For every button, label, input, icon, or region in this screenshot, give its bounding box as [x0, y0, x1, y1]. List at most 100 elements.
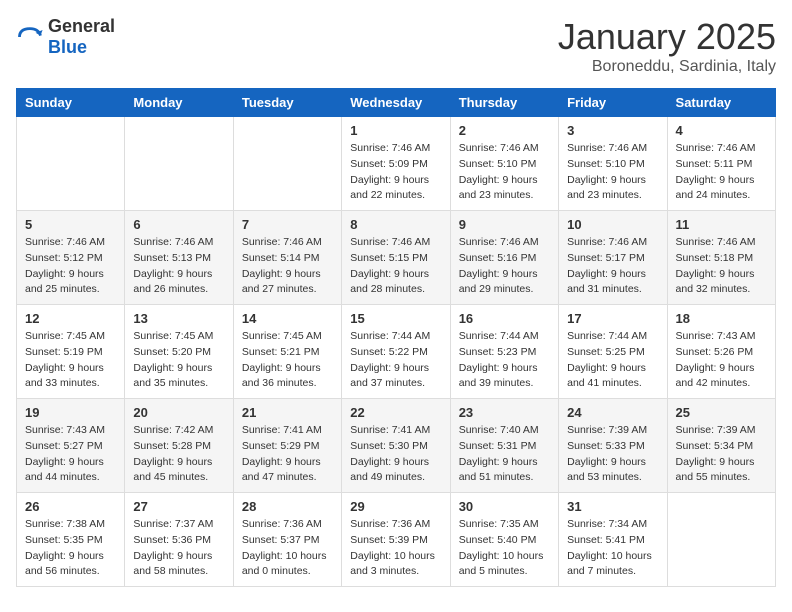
day-number: 7: [242, 217, 333, 232]
day-number: 1: [350, 123, 441, 138]
week-row-1: 1 Sunrise: 7:46 AM Sunset: 5:09 PM Daylig…: [17, 117, 776, 211]
day-info: Sunrise: 7:43 AM Sunset: 5:27 PM Dayligh…: [25, 423, 116, 486]
day-info: Sunrise: 7:46 AM Sunset: 5:09 PM Dayligh…: [350, 141, 441, 204]
calendar-cell: 4Sunrise: 7:46 AM Sunset: 5:11 PM Daylig…: [667, 117, 775, 211]
day-info: Sunrise: 7:42 AM Sunset: 5:28 PM Dayligh…: [133, 423, 224, 486]
logo-text-blue: Blue: [48, 37, 87, 57]
day-number: 17: [567, 311, 658, 326]
week-row-5: 26 Sunrise: 7:38 AM Sunset: 5:35 PM Dayli…: [17, 493, 776, 587]
calendar-cell: 29 Sunrise: 7:36 AM Sunset: 5:39 PM Dayli…: [342, 493, 450, 587]
day-info: Sunrise: 7:45 AM Sunset: 5:20 PM Dayligh…: [133, 329, 224, 392]
day-number: 11: [676, 217, 767, 232]
day-number: 9: [459, 217, 550, 232]
day-info: Sunrise: 7:46 AM Sunset: 5:14 PM Dayligh…: [242, 235, 333, 298]
day-info: Sunrise: 7:40 AM Sunset: 5:31 PM Dayligh…: [459, 423, 550, 486]
calendar-cell: 27Sunrise: 7:37 AM Sunset: 5:36 PM Dayli…: [125, 493, 233, 587]
day-info: Sunrise: 7:46 AM Sunset: 5:12 PM Dayligh…: [25, 235, 116, 298]
day-info: Sunrise: 7:44 AM Sunset: 5:25 PM Dayligh…: [567, 329, 658, 392]
day-info: Sunrise: 7:46 AM Sunset: 5:13 PM Dayligh…: [133, 235, 224, 298]
day-number: 12: [25, 311, 116, 326]
day-number: 16: [459, 311, 550, 326]
day-info: Sunrise: 7:36 AM Sunset: 5:39 PM Dayligh…: [350, 517, 441, 580]
logo-icon: [16, 23, 44, 51]
day-number: 29: [350, 499, 441, 514]
calendar-cell: 3 Sunrise: 7:46 AM Sunset: 5:10 PM Daylig…: [559, 117, 667, 211]
calendar-cell: 23Sunrise: 7:40 AM Sunset: 5:31 PM Dayli…: [450, 399, 558, 493]
day-info: Sunrise: 7:45 AM Sunset: 5:19 PM Dayligh…: [25, 329, 116, 392]
day-number: 21: [242, 405, 333, 420]
calendar-cell: 11 Sunrise: 7:46 AM Sunset: 5:18 PM Dayli…: [667, 211, 775, 305]
calendar-cell: 16 Sunrise: 7:44 AM Sunset: 5:23 PM Dayli…: [450, 305, 558, 399]
weekday-header-wednesday: Wednesday: [342, 89, 450, 117]
day-number: 28: [242, 499, 333, 514]
calendar-cell: 12 Sunrise: 7:45 AM Sunset: 5:19 PM Dayli…: [17, 305, 125, 399]
week-row-2: 5 Sunrise: 7:46 AM Sunset: 5:12 PM Daylig…: [17, 211, 776, 305]
day-info: Sunrise: 7:46 AM Sunset: 5:10 PM Dayligh…: [567, 141, 658, 204]
calendar-cell: 10 Sunrise: 7:46 AM Sunset: 5:17 PM Dayli…: [559, 211, 667, 305]
day-number: 5: [25, 217, 116, 232]
weekday-header-friday: Friday: [559, 89, 667, 117]
day-number: 15: [350, 311, 441, 326]
calendar-cell: 25Sunrise: 7:39 AM Sunset: 5:34 PM Dayli…: [667, 399, 775, 493]
day-number: 18: [676, 311, 767, 326]
day-info: Sunrise: 7:39 AM Sunset: 5:33 PM Dayligh…: [567, 423, 658, 486]
calendar-cell: 22Sunrise: 7:41 AM Sunset: 5:30 PM Dayli…: [342, 399, 450, 493]
weekday-header-tuesday: Tuesday: [233, 89, 341, 117]
calendar-cell: 9Sunrise: 7:46 AM Sunset: 5:16 PM Daylig…: [450, 211, 558, 305]
calendar-cell: 8Sunrise: 7:46 AM Sunset: 5:15 PM Daylig…: [342, 211, 450, 305]
day-info: Sunrise: 7:35 AM Sunset: 5:40 PM Dayligh…: [459, 517, 550, 580]
weekday-header-thursday: Thursday: [450, 89, 558, 117]
page-header: General Blue January 2025 Boroneddu, Sar…: [16, 16, 776, 76]
day-info: Sunrise: 7:44 AM Sunset: 5:23 PM Dayligh…: [459, 329, 550, 392]
calendar-cell: 20Sunrise: 7:42 AM Sunset: 5:28 PM Dayli…: [125, 399, 233, 493]
day-info: Sunrise: 7:36 AM Sunset: 5:37 PM Dayligh…: [242, 517, 333, 580]
calendar-cell: [233, 117, 341, 211]
day-info: Sunrise: 7:46 AM Sunset: 5:15 PM Dayligh…: [350, 235, 441, 298]
day-info: Sunrise: 7:45 AM Sunset: 5:21 PM Dayligh…: [242, 329, 333, 392]
calendar-cell: 15 Sunrise: 7:44 AM Sunset: 5:22 PM Dayli…: [342, 305, 450, 399]
day-info: Sunrise: 7:34 AM Sunset: 5:41 PM Dayligh…: [567, 517, 658, 580]
calendar-cell: 28 Sunrise: 7:36 AM Sunset: 5:37 PM Dayli…: [233, 493, 341, 587]
day-number: 10: [567, 217, 658, 232]
calendar-cell: 26 Sunrise: 7:38 AM Sunset: 5:35 PM Dayli…: [17, 493, 125, 587]
day-number: 4: [676, 123, 767, 138]
day-info: Sunrise: 7:39 AM Sunset: 5:34 PM Dayligh…: [676, 423, 767, 486]
day-number: 6: [133, 217, 224, 232]
day-number: 27: [133, 499, 224, 514]
day-number: 3: [567, 123, 658, 138]
calendar-cell: 30 Sunrise: 7:35 AM Sunset: 5:40 PM Dayli…: [450, 493, 558, 587]
weekday-header-saturday: Saturday: [667, 89, 775, 117]
day-info: Sunrise: 7:38 AM Sunset: 5:35 PM Dayligh…: [25, 517, 116, 580]
day-number: 2: [459, 123, 550, 138]
day-info: Sunrise: 7:44 AM Sunset: 5:22 PM Dayligh…: [350, 329, 441, 392]
calendar-table: SundayMondayTuesdayWednesdayThursdayFrid…: [16, 88, 776, 587]
day-number: 26: [25, 499, 116, 514]
weekday-header-monday: Monday: [125, 89, 233, 117]
calendar-cell: 6 Sunrise: 7:46 AM Sunset: 5:13 PM Daylig…: [125, 211, 233, 305]
weekday-header-sunday: Sunday: [17, 89, 125, 117]
day-info: Sunrise: 7:46 AM Sunset: 5:18 PM Dayligh…: [676, 235, 767, 298]
month-title: January 2025: [558, 16, 776, 58]
calendar-cell: 18 Sunrise: 7:43 AM Sunset: 5:26 PM Dayli…: [667, 305, 775, 399]
calendar-cell: 7 Sunrise: 7:46 AM Sunset: 5:14 PM Daylig…: [233, 211, 341, 305]
day-number: 13: [133, 311, 224, 326]
calendar-cell: 1 Sunrise: 7:46 AM Sunset: 5:09 PM Daylig…: [342, 117, 450, 211]
calendar-cell: [125, 117, 233, 211]
day-number: 31: [567, 499, 658, 514]
day-number: 30: [459, 499, 550, 514]
calendar-cell: 5 Sunrise: 7:46 AM Sunset: 5:12 PM Daylig…: [17, 211, 125, 305]
logo: General Blue: [16, 16, 115, 58]
logo-text-general: General: [48, 16, 115, 36]
day-number: 22: [350, 405, 441, 420]
calendar-cell: 14 Sunrise: 7:45 AM Sunset: 5:21 PM Dayli…: [233, 305, 341, 399]
location-title: Boroneddu, Sardinia, Italy: [558, 58, 776, 76]
day-info: Sunrise: 7:46 AM Sunset: 5:17 PM Dayligh…: [567, 235, 658, 298]
week-row-4: 19Sunrise: 7:43 AM Sunset: 5:27 PM Dayli…: [17, 399, 776, 493]
day-info: Sunrise: 7:41 AM Sunset: 5:29 PM Dayligh…: [242, 423, 333, 486]
day-number: 24: [567, 405, 658, 420]
day-info: Sunrise: 7:46 AM Sunset: 5:10 PM Dayligh…: [459, 141, 550, 204]
day-number: 14: [242, 311, 333, 326]
calendar-cell: [667, 493, 775, 587]
calendar-cell: 2 Sunrise: 7:46 AM Sunset: 5:10 PM Daylig…: [450, 117, 558, 211]
day-info: Sunrise: 7:43 AM Sunset: 5:26 PM Dayligh…: [676, 329, 767, 392]
